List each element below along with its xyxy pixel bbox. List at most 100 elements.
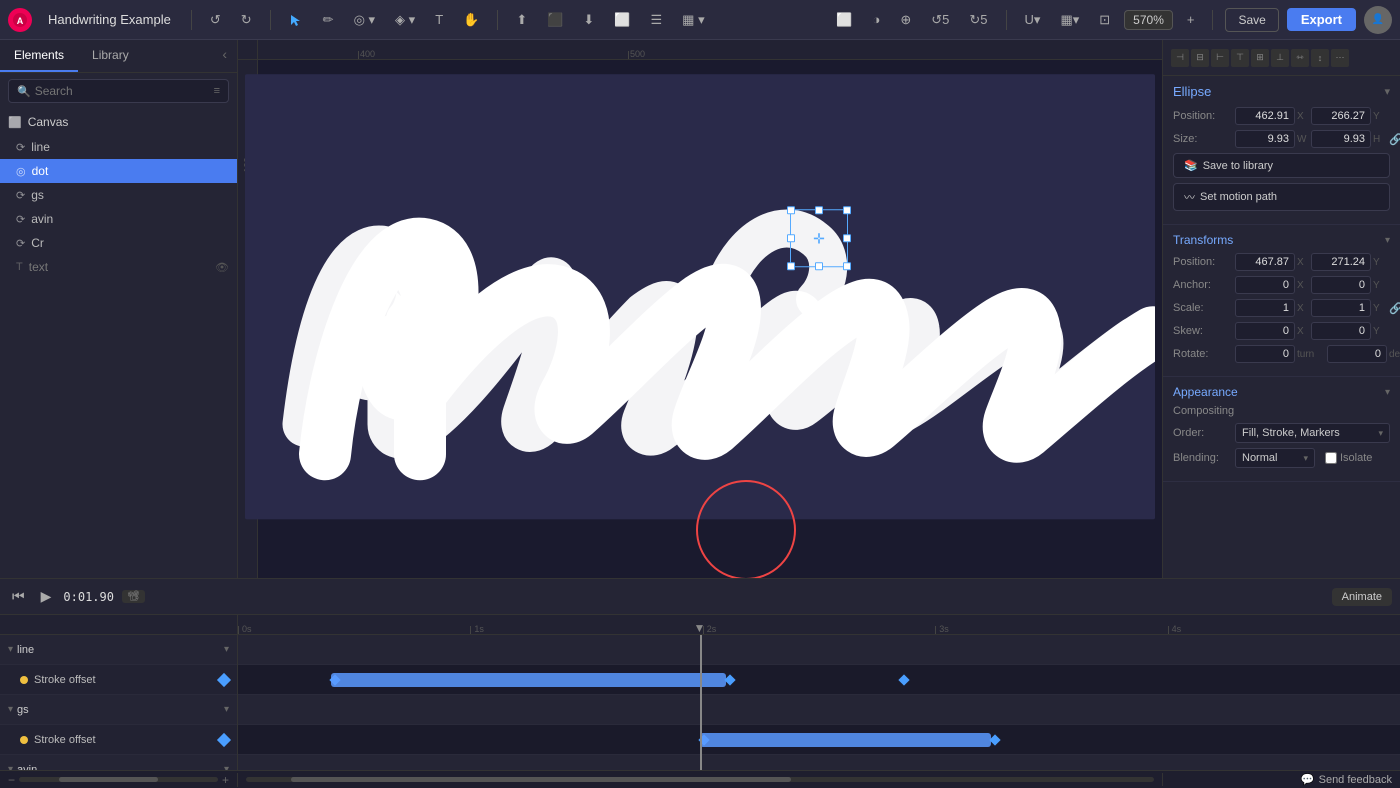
align-mid-tool[interactable]: ⬛ <box>541 8 569 32</box>
expand-line[interactable]: ▾ <box>8 644 13 655</box>
tab-library[interactable]: Library <box>78 40 143 72</box>
zoom-in-btn[interactable]: + <box>1181 8 1201 31</box>
hand-tool[interactable]: ✋ <box>457 8 485 32</box>
kf-add-line[interactable] <box>217 672 231 686</box>
layer-item-line[interactable]: ⟳ line <box>0 135 237 159</box>
size-w-input[interactable] <box>1235 130 1295 148</box>
scale-x-input[interactable] <box>1235 299 1295 317</box>
kf-line-end1[interactable] <box>724 674 735 685</box>
anchor-x-input[interactable] <box>1235 276 1295 294</box>
image-tool[interactable]: ⬜ <box>608 8 636 32</box>
position-y-input[interactable] <box>1311 107 1371 125</box>
element-collapse-icon[interactable]: ▾ <box>1384 85 1390 98</box>
align-top-icon[interactable]: ⊤ <box>1231 49 1249 67</box>
playhead[interactable] <box>700 635 702 770</box>
right-scroll-track[interactable] <box>246 777 1154 782</box>
scale-y-input[interactable] <box>1311 299 1371 317</box>
transform-btn[interactable]: ⊡ <box>1093 8 1116 32</box>
pen-tool[interactable]: ✏ <box>317 8 340 32</box>
link-scale-icon[interactable]: 🔗 <box>1389 302 1400 315</box>
handle-br[interactable] <box>843 262 851 270</box>
search-options-icon[interactable]: ≡ <box>214 85 220 97</box>
user-avatar[interactable]: 👤 <box>1364 6 1392 34</box>
export-button[interactable]: Export <box>1287 8 1356 31</box>
align-left-icon[interactable]: ⊣ <box>1171 49 1189 67</box>
align-right-icon[interactable]: ⊢ <box>1211 49 1229 67</box>
canvas-item[interactable]: ⬜ Canvas <box>0 109 237 135</box>
layer-item-dot[interactable]: ◎ dot <box>0 159 237 183</box>
grid-btn[interactable]: ▦▾ <box>1054 8 1085 32</box>
handle-ml[interactable] <box>787 234 795 242</box>
select-tool[interactable] <box>283 9 309 31</box>
color-btn[interactable]: ◑ <box>867 8 887 31</box>
set-motion-path-btn[interactable]: 〰 Set motion path <box>1173 183 1390 211</box>
skew-y-input[interactable] <box>1311 322 1371 340</box>
redo-button[interactable]: ↻ <box>235 8 258 32</box>
zoom-out-icon[interactable]: − <box>8 773 15 787</box>
transforms-y-input[interactable] <box>1311 253 1371 271</box>
position-x-input[interactable] <box>1235 107 1295 125</box>
group-tool[interactable]: ▦ ▾ <box>676 8 710 32</box>
distribute-h-icon[interactable]: ⇿ <box>1291 49 1309 67</box>
transforms-collapse-icon[interactable]: ▾ <box>1385 235 1390 246</box>
more-options-icon[interactable]: ⋯ <box>1331 49 1349 67</box>
kf-gs-end[interactable] <box>989 734 1000 745</box>
handle-tl[interactable] <box>787 206 795 214</box>
link-size-icon[interactable]: 🔗 <box>1389 133 1400 146</box>
align-center-h-icon[interactable]: ⊟ <box>1191 49 1209 67</box>
animate-button[interactable]: Animate <box>1332 588 1392 606</box>
text-tool[interactable]: T <box>429 8 449 31</box>
layer-item-text[interactable]: T text 👁 <box>0 255 237 279</box>
tl-label-gs-stroke[interactable]: Stroke offset <box>0 725 237 755</box>
layer-visibility-icon[interactable]: 👁 <box>215 261 229 274</box>
align-center-v-icon[interactable]: ⊞ <box>1251 49 1269 67</box>
app-logo[interactable]: A <box>8 8 32 32</box>
shape-tool[interactable]: ◎ ▾ <box>348 8 381 32</box>
blending-dropdown[interactable]: Normal ▾ <box>1235 448 1315 468</box>
collapse-panel-btn[interactable]: ‹ <box>212 40 237 72</box>
underline-btn[interactable]: U▾ <box>1019 8 1047 32</box>
tl-label-avin[interactable]: ▾ avin ▾ <box>0 755 237 770</box>
expand-gs[interactable]: ▾ <box>8 704 13 715</box>
layer-item-cr[interactable]: ⟳ Cr <box>0 231 237 255</box>
expand-line-icon[interactable]: ▾ <box>224 644 229 655</box>
symbol-tool[interactable]: ☰ <box>645 8 669 32</box>
save-to-library-btn[interactable]: 📚 Save to library <box>1173 153 1390 178</box>
undo-button[interactable]: ↺ <box>204 8 227 32</box>
rotate-val-input[interactable] <box>1235 345 1295 363</box>
layer-item-gs[interactable]: ⟳ gs <box>0 183 237 207</box>
save-button[interactable]: Save <box>1225 8 1278 32</box>
left-scroll-track[interactable] <box>19 777 218 782</box>
handle-bm[interactable] <box>815 262 823 270</box>
rotate-deg-input[interactable] <box>1327 345 1387 363</box>
layer-item-avin[interactable]: ⟳ avin <box>0 207 237 231</box>
right-scroll-thumb[interactable] <box>291 777 790 782</box>
tl-label-line-stroke[interactable]: Stroke offset <box>0 665 237 695</box>
isolate-checkbox[interactable] <box>1325 452 1337 464</box>
appearance-collapse-icon[interactable]: ▾ <box>1385 387 1390 398</box>
search-input[interactable] <box>35 84 210 98</box>
play-button[interactable]: ▶ <box>37 586 56 607</box>
tl-label-line[interactable]: ▾ line ▾ <box>0 635 237 665</box>
align-bottom-tool[interactable]: ⬇ <box>577 8 600 32</box>
zoom-in-icon[interactable]: + <box>222 773 229 787</box>
tl-label-gs[interactable]: ▾ gs ▾ <box>0 695 237 725</box>
fill-tool[interactable]: ◈ ▾ <box>389 8 421 32</box>
canvas-btn[interactable]: ⬜ <box>830 8 858 32</box>
order-dropdown[interactable]: Fill, Stroke, Markers ▾ <box>1235 423 1390 443</box>
left-scroll-thumb[interactable] <box>59 777 158 782</box>
overflow-btn[interactable]: ⊕ <box>894 8 917 32</box>
align-bottom-icon[interactable]: ⊥ <box>1271 49 1289 67</box>
rewind5-btn[interactable]: ↺5 <box>925 8 955 32</box>
kf-line-end2[interactable] <box>899 674 910 685</box>
transforms-x-input[interactable] <box>1235 253 1295 271</box>
tab-elements[interactable]: Elements <box>0 40 78 72</box>
size-h-input[interactable] <box>1311 130 1371 148</box>
handle-center[interactable]: ✛ <box>811 230 827 246</box>
anchor-y-input[interactable] <box>1311 276 1371 294</box>
distribute-v-icon[interactable]: ↕ <box>1311 49 1329 67</box>
canvas-viewport[interactable]: 100 <box>238 60 1162 578</box>
forward5-btn[interactable]: ↻5 <box>963 8 993 32</box>
send-feedback-label[interactable]: Send feedback <box>1319 774 1392 786</box>
expand-gs-icon[interactable]: ▾ <box>224 704 229 715</box>
